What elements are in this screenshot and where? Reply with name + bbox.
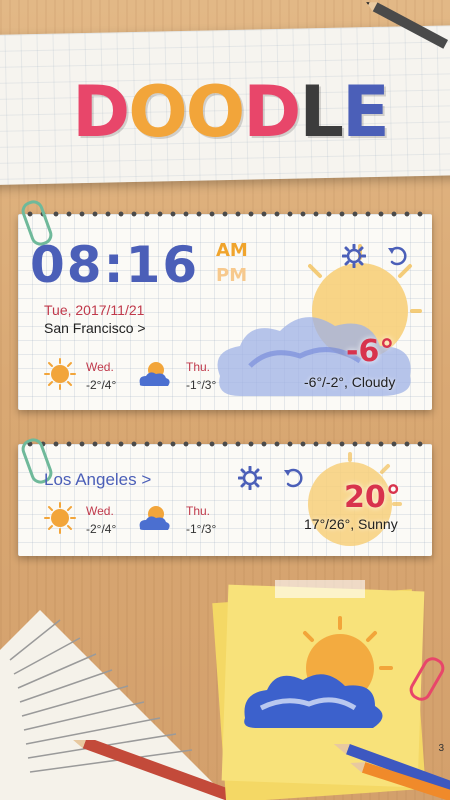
- cloudy-icon: [139, 362, 170, 386]
- sun-icon: [44, 502, 76, 534]
- forecast-temp: -2°/4°: [86, 378, 117, 392]
- pencil-decoration: [366, 2, 449, 49]
- forecast-day: Wed.: [86, 360, 114, 374]
- sun-icon: [44, 358, 76, 390]
- pencil-decoration: [350, 762, 450, 800]
- city-selector-san-francisco[interactable]: San Francisco >: [44, 320, 146, 336]
- forecast-day: Thu.: [186, 360, 211, 374]
- doodle-logo: D O O D L E: [60, 71, 400, 153]
- temperature-range-condition: -6°/-2°, Cloudy: [304, 374, 396, 390]
- logo-letter: O: [128, 71, 187, 153]
- forecast-wed: Wed. -2°/4°: [86, 360, 116, 392]
- current-temperature: 20°: [344, 480, 401, 515]
- am-pm-indicator: AM PM: [216, 240, 248, 286]
- logo-letter: D: [72, 71, 130, 153]
- refresh-icon[interactable]: [386, 244, 410, 268]
- logo-letter: O: [185, 71, 245, 153]
- current-temperature: -6°: [346, 334, 395, 369]
- gear-icon[interactable]: [342, 244, 366, 268]
- forecast-wed: Wed. -2°/4°: [86, 504, 116, 536]
- spiral-binding: [24, 208, 426, 220]
- forecast-temp: -1°/3°: [186, 522, 217, 536]
- city-selector-los-angeles[interactable]: Los Angeles >: [44, 470, 151, 490]
- refresh-icon[interactable]: [282, 466, 306, 490]
- cloudy-icon: [139, 506, 170, 530]
- forecast-temp: -1°/3°: [186, 378, 217, 392]
- forecast-thu: Thu. -1°/3°: [186, 360, 216, 392]
- pm-label: PM: [216, 265, 248, 286]
- logo-letter: L: [299, 71, 344, 153]
- spiral-binding: [24, 438, 426, 450]
- date-label: Tue, 2017/11/21: [44, 302, 145, 318]
- forecast-temp: -2°/4°: [86, 522, 117, 536]
- logo-letter: E: [342, 71, 390, 153]
- forecast-thu: Thu. -1°/3°: [186, 504, 216, 536]
- gear-icon[interactable]: [238, 466, 262, 490]
- logo-letter: D: [243, 71, 301, 153]
- forecast-day: Thu.: [186, 504, 211, 518]
- page-indicator: 3: [438, 743, 444, 754]
- clock-time[interactable]: 08:16: [30, 236, 199, 294]
- am-label: AM: [216, 240, 248, 261]
- forecast-day: Wed.: [86, 504, 114, 518]
- temperature-range-condition: 17°/26°, Sunny: [304, 516, 398, 532]
